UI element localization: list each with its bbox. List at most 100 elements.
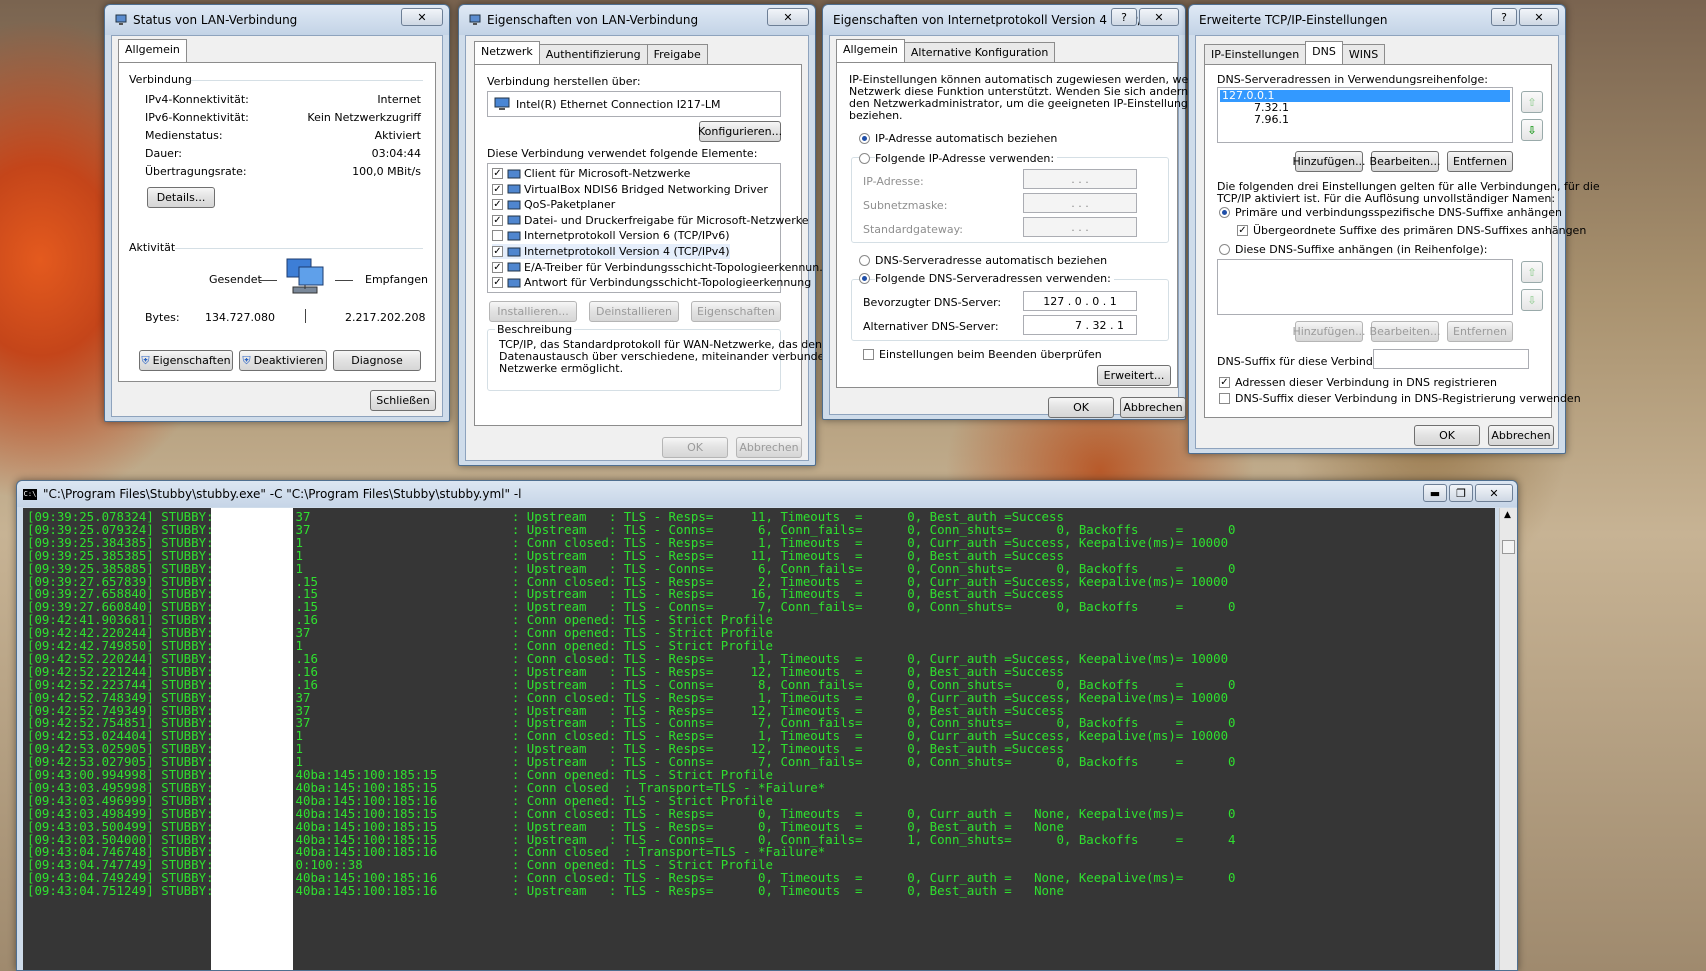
- component-item[interactable]: ✓ Datei- und Druckerfreigabe für Microsof…: [492, 213, 808, 228]
- items-list[interactable]: ✓ Client für Microsoft-Netzwerke ✓ VirtualB…: [487, 163, 830, 293]
- manual-dns-radio[interactable]: [859, 273, 870, 284]
- ok-button[interactable]: OK: [662, 437, 728, 458]
- tab-network[interactable]: Netzwerk: [474, 41, 540, 64]
- install-button[interactable]: Installieren...: [489, 301, 577, 322]
- component-checkbox[interactable]: ✓: [492, 183, 503, 195]
- item-properties-button[interactable]: Eigenschaften: [691, 301, 781, 322]
- console-scrollbar[interactable]: ▲: [1499, 508, 1517, 970]
- suffix-list[interactable]: [1217, 259, 1513, 315]
- configure-button[interactable]: Konfigurieren...: [698, 121, 782, 142]
- advanced-button[interactable]: Erweitert...: [1097, 365, 1171, 386]
- move-up-button[interactable]: ⇧: [1521, 91, 1543, 113]
- edit-suffix-button[interactable]: Bearbeiten...: [1370, 321, 1440, 342]
- move-down-button[interactable]: ⇩: [1521, 119, 1543, 141]
- parent-suffix-checkbox[interactable]: ✓: [1237, 225, 1248, 236]
- close-button[interactable]: ✕: [401, 8, 443, 26]
- alternate-dns-field[interactable]: 7 . 32 . 1: [1023, 315, 1137, 335]
- manual-ip-radio[interactable]: [859, 153, 870, 164]
- component-icon: [507, 215, 521, 225]
- window-title: Status von LAN-Verbindung: [133, 13, 298, 27]
- component-item[interactable]: ✓ Client für Microsoft-Netzwerke: [492, 166, 690, 181]
- add-suffix-button[interactable]: Hinzufügen...: [1292, 321, 1366, 342]
- register-suffix-checkbox[interactable]: [1219, 393, 1230, 404]
- cancel-button[interactable]: Abbrechen: [1120, 397, 1186, 418]
- minimize-button[interactable]: ▬: [1423, 484, 1447, 502]
- ip-address-field[interactable]: . . .: [1023, 169, 1137, 189]
- down-arrow-icon: ⇩: [1527, 123, 1537, 137]
- diagnose-button[interactable]: Diagnose: [333, 350, 421, 371]
- help-button[interactable]: ?: [1491, 8, 1517, 26]
- component-item[interactable]: ✓ Internetprotokoll Version 4 (TCP/IPv4): [492, 244, 730, 259]
- close-button[interactable]: ✕: [1475, 484, 1513, 502]
- suffix-up-button[interactable]: ⇧: [1521, 261, 1543, 283]
- uninstall-button[interactable]: Deinstallieren: [589, 301, 679, 322]
- properties-window-titlebar[interactable]: Eigenschaften von LAN-Verbindung ✕: [459, 5, 815, 35]
- these-suffix-label: Diese DNS-Suffixe anhängen (in Reihenfol…: [1235, 243, 1488, 256]
- component-label: QoS-Paketplaner: [524, 198, 616, 212]
- properties-button[interactable]: ⛨ Eigenschaften: [139, 350, 233, 371]
- dns-server-item[interactable]: 7.96.1: [1254, 114, 1289, 126]
- status-window-titlebar[interactable]: Status von LAN-Verbindung ✕: [105, 5, 449, 35]
- component-checkbox[interactable]: ✓: [492, 246, 503, 257]
- tab-general[interactable]: Allgemein: [836, 39, 905, 62]
- scroll-up-arrow-icon[interactable]: ▲: [1504, 510, 1511, 520]
- cancel-button[interactable]: Abbrechen: [736, 437, 802, 458]
- edit-dns-button[interactable]: Bearbeiten...: [1370, 151, 1440, 172]
- ok-button[interactable]: OK: [1048, 397, 1114, 418]
- component-checkbox[interactable]: ✓: [492, 199, 503, 211]
- auto-dns-radio[interactable]: [859, 255, 870, 266]
- component-icon: [507, 231, 521, 241]
- details-button[interactable]: Details...: [147, 187, 215, 208]
- maximize-button[interactable]: ❐: [1449, 484, 1473, 502]
- deactivate-button[interactable]: ⛨ Deaktivieren: [239, 350, 327, 371]
- remove-dns-button[interactable]: Entfernen: [1447, 151, 1513, 172]
- tab-authentication[interactable]: Authentifizierung: [538, 44, 648, 64]
- console-line: [09:42:52.749349] STUBBY: 37 : Upstream …: [27, 702, 1064, 718]
- add-dns-button[interactable]: Hinzufügen...: [1292, 151, 1366, 172]
- close-dialog-button[interactable]: Schließen: [370, 390, 436, 411]
- tab-sharing[interactable]: Freigabe: [646, 44, 708, 64]
- help-button[interactable]: ?: [1111, 8, 1137, 26]
- cancel-button[interactable]: Abbrechen: [1488, 425, 1554, 446]
- remove-suffix-button[interactable]: Entfernen: [1447, 321, 1513, 342]
- component-item[interactable]: ✓ Antwort für Verbindungsschicht-Topologi…: [492, 275, 811, 290]
- console-titlebar[interactable]: C:\ "C:\Program Files\Stubby\stubby.exe"…: [17, 481, 1517, 507]
- primary-suffix-radio[interactable]: [1219, 207, 1230, 218]
- gateway-field[interactable]: . . .: [1023, 217, 1137, 237]
- tab-dns[interactable]: DNS: [1305, 41, 1343, 64]
- component-item[interactable]: ✓ QoS-Paketplaner: [492, 197, 615, 212]
- tab-alternate-config[interactable]: Alternative Konfiguration: [903, 42, 1056, 62]
- dns-server-list[interactable]: 127.0.0.1 7.32.1 7.96.1: [1217, 87, 1513, 143]
- status-row-label: Medienstatus:: [145, 129, 223, 142]
- info-line: TCP/IP aktiviert ist. Für die Auflösung …: [1217, 192, 1556, 205]
- close-button[interactable]: ✕: [767, 8, 809, 26]
- component-item[interactable]: ✓ VirtualBox NDIS6 Bridged Networking Dri…: [492, 182, 768, 197]
- ipv4-window-titlebar[interactable]: Eigenschaften von Internetprotokoll Vers…: [823, 5, 1185, 35]
- validate-checkbox[interactable]: [863, 349, 874, 360]
- component-item[interactable]: ✓ E/A-Treiber für Verbindungsschicht-Topo…: [492, 260, 830, 275]
- dns-suffix-input[interactable]: [1373, 349, 1529, 369]
- component-checkbox[interactable]: ✓: [492, 261, 503, 273]
- tab-general[interactable]: Allgemein: [118, 39, 187, 62]
- tab-ip-settings[interactable]: IP-Einstellungen: [1204, 44, 1307, 64]
- scroll-thumb[interactable]: [1502, 540, 1515, 554]
- suffix-down-button[interactable]: ⇩: [1521, 289, 1543, 311]
- component-checkbox[interactable]: ✓: [492, 168, 503, 179]
- component-checkbox[interactable]: ✓: [492, 277, 503, 289]
- console-output[interactable]: [09:43:04.751249] STUBBY: 40ba:145:100:1…: [23, 508, 1495, 970]
- close-button[interactable]: ✕: [1519, 8, 1559, 26]
- ok-button[interactable]: OK: [1414, 425, 1480, 446]
- register-checkbox[interactable]: ✓: [1219, 377, 1230, 388]
- close-button[interactable]: ✕: [1139, 8, 1179, 26]
- general-panel: Verbindung IPv4-Konnektivität: Internet IP…: [118, 62, 436, 382]
- subnet-field[interactable]: . . .: [1023, 193, 1137, 213]
- auto-ip-radio[interactable]: [859, 133, 870, 144]
- component-checkbox[interactable]: [492, 230, 503, 242]
- these-suffix-radio[interactable]: [1219, 244, 1230, 255]
- console-line: [09:42:53.025905] STUBBY: 1 : Upstream :…: [27, 741, 1064, 757]
- tab-wins[interactable]: WINS: [1341, 44, 1386, 64]
- component-checkbox[interactable]: ✓: [492, 214, 503, 226]
- preferred-dns-field[interactable]: 127 . 0 . 0 . 1: [1023, 291, 1137, 311]
- component-item[interactable]: Internetprotokoll Version 6 (TCP/IPv6): [492, 228, 730, 243]
- advanced-window-titlebar[interactable]: Erweiterte TCP/IP-Einstellungen ? ✕: [1189, 5, 1565, 35]
